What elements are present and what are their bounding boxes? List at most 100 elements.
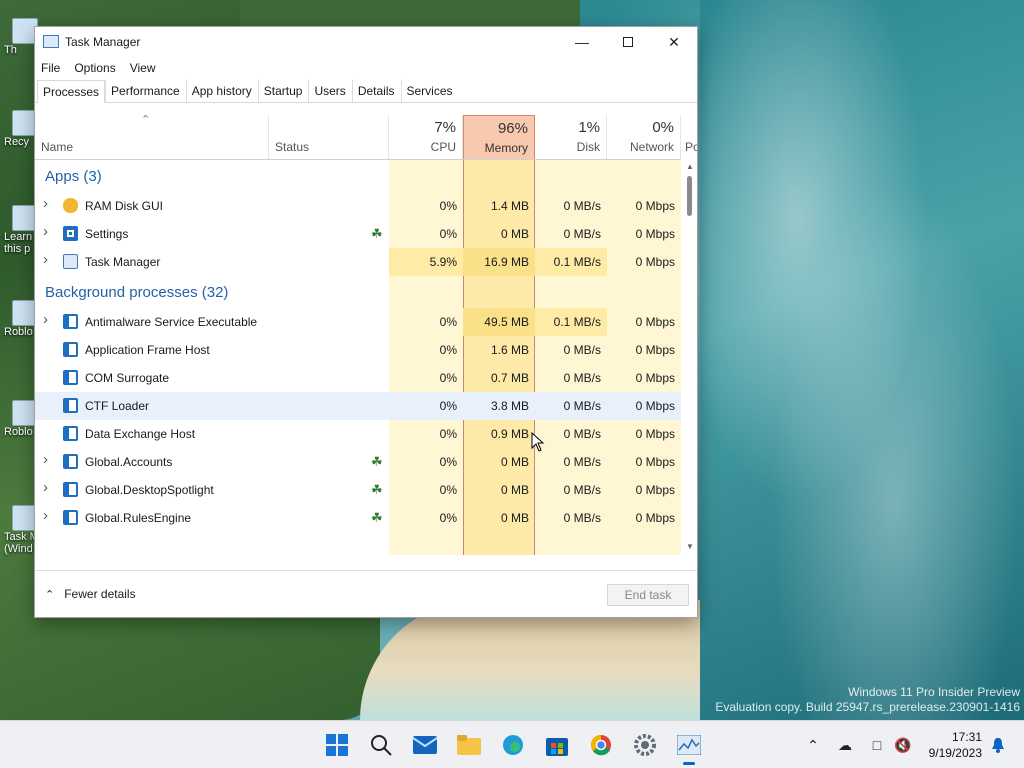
network-cell: 0 Mbps [635,255,675,269]
tab-startup[interactable]: Startup [257,79,309,102]
disk-cell: 0 MB/s [535,392,607,420]
title-bar[interactable]: Task Manager — ✕ [35,27,697,57]
search-button[interactable] [365,729,397,761]
wallpaper-beach [360,600,700,720]
volume-muted-icon[interactable]: 🔇 [893,735,913,755]
display-tray-icon[interactable]: □ [867,735,887,755]
tab-processes[interactable]: Processes [37,80,106,103]
settings-icon [63,226,78,241]
column-header-power[interactable]: Po [681,115,697,159]
vertical-scrollbar[interactable]: ▲ ▼ [683,160,697,555]
memory-cell: 0 MB [500,483,529,497]
scroll-up-icon[interactable]: ▲ [686,162,694,171]
disk-cell: 0 MB/s [563,199,601,213]
desktop-shortcut[interactable]: Learn this p [0,205,38,255]
column-header-memory[interactable]: 96% Memory [463,115,535,159]
system-clock[interactable]: 17:31 9/19/2023 [929,729,982,761]
process-row[interactable]: Application Frame Host 0% 1.6 MB 0 MB/s 0 Mb… [35,336,681,364]
scroll-down-icon[interactable]: ▼ [686,542,694,551]
chevron-right-icon[interactable]: › [43,479,48,496]
column-header-disk[interactable]: 1% Disk [535,115,607,159]
process-row[interactable]: › Task Manager 5.9% 16.9 MB 0.1 MB/s 0 Mbps [35,248,681,276]
chevron-right-icon[interactable]: › [43,451,48,468]
edge-button[interactable] [497,729,529,761]
process-row[interactable]: › Global.Accounts ☘ 0% 0 MB 0 MB/s 0 Mbps [35,448,681,476]
group-background-processes[interactable]: Background processes (32) [35,276,681,308]
chevron-right-icon[interactable]: › [43,507,48,524]
process-row[interactable]: › Global.DesktopSpotlight ☘ 0% 0 MB 0 MB/s 0 M… [35,476,681,504]
task-manager-taskbar-button[interactable] [673,729,705,765]
vertical-scroll-thumb[interactable] [687,176,692,216]
notification-bell-icon[interactable] [988,735,1008,755]
close-icon: ✕ [668,33,680,50]
process-row[interactable]: › RAM Disk GUI 0% 1.4 MB 0 MB/s 0 Mbps [35,192,681,220]
cpu-cell: 0% [439,427,457,441]
tab-performance[interactable]: Performance [105,79,186,102]
menu-options[interactable]: Options [74,61,115,75]
end-task-button[interactable]: End task [607,584,689,606]
mail-button[interactable] [409,729,441,761]
process-name: CTF Loader [85,399,150,413]
show-hidden-icons-button[interactable]: ⌃ [803,735,823,755]
memory-cell: 0 MB [500,227,529,241]
process-window-icon [63,426,78,441]
tab-strip: Processes Performance App history Startu… [35,79,697,103]
chevron-right-icon[interactable]: › [43,223,48,240]
maximize-button[interactable] [605,27,651,57]
process-row[interactable]: Data Exchange Host 0% 0.9 MB 0 MB/s 0 Mbps [35,420,681,448]
network-tray-icon[interactable]: ☁ [835,735,855,755]
network-cell: 0 Mbps [635,455,675,469]
disk-cell: 0 MB/s [563,371,601,385]
start-icon [326,734,348,756]
process-window-icon [63,370,78,385]
chrome-button[interactable] [585,729,617,761]
close-button[interactable]: ✕ [651,27,697,57]
column-header-network[interactable]: 0% Network [607,115,681,159]
process-row[interactable]: COM Surrogate 0% 0.7 MB 0 MB/s 0 Mbps [35,364,681,392]
network-cell: 0 Mbps [635,511,675,525]
desktop-shortcut[interactable]: Task M (Wind [0,505,39,555]
process-rows: Apps (3) › RAM Disk GUI 0% 1.4 MB 0 MB/s 0 Mbp… [35,160,681,532]
store-button[interactable] [541,729,573,761]
process-window-icon [63,342,78,357]
chevron-right-icon[interactable]: › [43,311,48,328]
cpu-cell: 5.9% [389,248,463,276]
process-row[interactable]: CTF Loader 0% 3.8 MB 0 MB/s 0 Mbps [35,392,681,420]
chevron-right-icon[interactable]: › [43,195,48,212]
desktop-shortcut[interactable]: Recy [0,110,38,148]
disk-cell: 0.1 MB/s [535,308,607,336]
memory-cell: 3.8 MB [463,392,535,420]
process-row[interactable]: › Settings ☘ 0% 0 MB 0 MB/s 0 Mbps [35,220,681,248]
file-explorer-button[interactable] [453,729,485,761]
column-header-status[interactable]: Status [269,115,389,159]
menu-file[interactable]: File [41,61,60,75]
chevron-up-icon: ⌃ [45,589,55,601]
process-name: Global.RulesEngine [85,511,192,525]
start-button[interactable] [321,729,353,761]
disk-cell: 0 MB/s [563,511,601,525]
network-cell: 0 Mbps [635,427,675,441]
desktop-shortcut[interactable]: Th [0,18,38,56]
group-apps[interactable]: Apps (3) [35,160,681,192]
tab-services[interactable]: Services [400,79,459,102]
minimize-button[interactable]: — [559,27,605,57]
fewer-details-button[interactable]: ⌃ Fewer details [45,587,136,601]
process-row[interactable]: › Global.RulesEngine ☘ 0% 0 MB 0 MB/s 0 Mbps [35,504,681,532]
process-row[interactable]: › Antimalware Service Executable 0% 49.5 MB… [35,308,681,336]
desktop-shortcut-label: Th [4,44,17,56]
settings-taskbar-button[interactable] [629,729,661,761]
tab-users[interactable]: Users [308,79,351,102]
chrome-icon [591,735,611,756]
ramdisk-icon [63,198,78,213]
column-header-cpu[interactable]: 7% CPU [389,115,463,159]
desktop-shortcut-label: Task M (Wind [4,531,39,555]
memory-cell: 0 MB [500,511,529,525]
column-header-name[interactable]: ⌃ Name [35,115,269,159]
menu-view[interactable]: View [130,61,156,75]
chevron-right-icon[interactable]: › [43,251,48,268]
tab-details[interactable]: Details [351,79,401,102]
desktop-shortcut[interactable]: Roblo [0,400,38,438]
desktop-shortcut[interactable]: Roblo [0,300,38,338]
tab-app-history[interactable]: App history [185,79,258,102]
process-grid: ⌃ Name Status 7% CPU 96% Memory 1% Disk … [35,115,697,555]
